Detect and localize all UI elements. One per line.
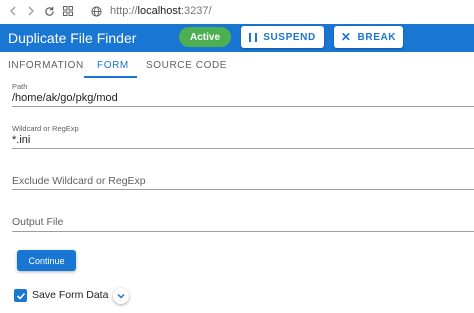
- wildcard-label: Wildcard or RegExp: [12, 124, 79, 133]
- active-tab-indicator: [84, 76, 137, 78]
- tab-source-code[interactable]: SOURCE CODE: [146, 60, 227, 71]
- break-label: BREAK: [357, 31, 397, 43]
- break-button[interactable]: ✕ BREAK: [334, 26, 403, 48]
- exclude-placeholder: Exclude Wildcard or RegExp: [12, 175, 146, 187]
- tab-information[interactable]: INFORMATION: [8, 60, 84, 71]
- back-icon[interactable]: [6, 4, 20, 18]
- url-scheme: http://: [110, 5, 138, 17]
- url-port-path: :3237/: [180, 5, 212, 17]
- path-label: Path: [12, 82, 28, 91]
- reload-icon[interactable]: [42, 4, 56, 18]
- app-header: Duplicate File Finder Active SUSPEND ✕ B…: [0, 24, 474, 52]
- tab-form[interactable]: FORM: [97, 60, 129, 71]
- address-bar[interactable]: http://localhost:3237/: [110, 5, 212, 17]
- continue-button[interactable]: Continue: [17, 250, 76, 271]
- wildcard-field[interactable]: Wildcard or RegExp *.ini: [12, 122, 474, 149]
- forward-icon[interactable]: [24, 4, 38, 18]
- app-title: Duplicate File Finder: [8, 30, 137, 46]
- chevron-down-icon: [117, 293, 125, 299]
- suspend-label: SUSPEND: [263, 31, 316, 43]
- expand-button[interactable]: [113, 288, 129, 304]
- save-form-data-label: Save Form Data: [32, 289, 109, 301]
- path-field[interactable]: Path /home/ak/go/pkg/mod: [12, 80, 474, 107]
- status-badge: Active: [179, 27, 231, 47]
- tab-bar: INFORMATION FORM SOURCE CODE: [0, 52, 474, 78]
- close-icon: ✕: [340, 30, 352, 44]
- wildcard-value: *.ini: [12, 134, 31, 146]
- globe-icon: [89, 4, 103, 18]
- checkmark-icon: [16, 292, 25, 300]
- browser-toolbar: http://localhost:3237/: [0, 0, 474, 24]
- exclude-field[interactable]: Exclude Wildcard or RegExp: [12, 166, 474, 190]
- save-form-data-checkbox[interactable]: [14, 289, 27, 302]
- grid-icon[interactable]: [61, 4, 75, 18]
- pause-icon: [249, 32, 258, 42]
- output-file-field[interactable]: Output File: [12, 208, 474, 232]
- url-host: localhost: [137, 5, 181, 17]
- suspend-button[interactable]: SUSPEND: [241, 26, 324, 48]
- path-value: /home/ak/go/pkg/mod: [12, 92, 118, 104]
- output-file-placeholder: Output File: [12, 216, 64, 228]
